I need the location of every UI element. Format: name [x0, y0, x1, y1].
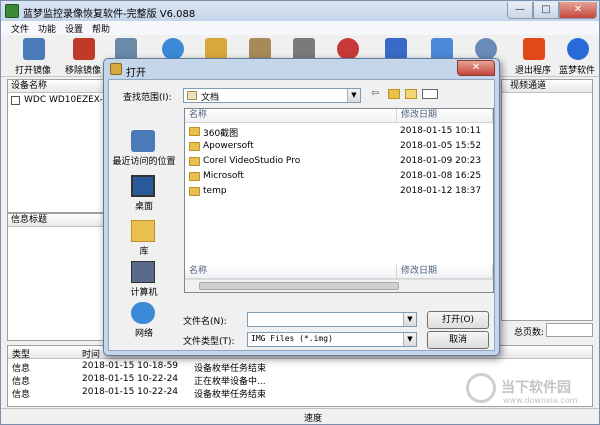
clock-icon	[475, 38, 497, 60]
place-recent[interactable]: 最近访问的位置	[109, 130, 179, 174]
info-panel-header: 信息标题	[8, 214, 106, 227]
place-network[interactable]: 网络	[109, 302, 179, 346]
col-name-header[interactable]: 名称	[185, 109, 397, 123]
file-row[interactable]: Corel VideoStudio Pro 2018-01-09 20:23	[185, 155, 493, 170]
menu-function[interactable]: 功能	[38, 22, 56, 35]
grid-icon	[293, 38, 315, 60]
folder-icon	[189, 157, 200, 166]
app-title: 蓝梦监控录像恢复软件-完整版 V6.088	[23, 9, 196, 20]
device-item[interactable]: WDC WD10EZEX-60	[24, 95, 114, 105]
folder-icon	[189, 142, 200, 151]
disk-icon	[115, 38, 137, 60]
watermark-logo	[466, 373, 496, 403]
open-dialog: 打开 ✕ 查找范围(I): 文档 ▼ ⇦ 最近访问的位置 桌面 库 计算机 网络…	[103, 58, 500, 356]
filetype-select[interactable]: IMG Files (*.img) ▼	[247, 332, 417, 347]
exit-icon	[523, 38, 545, 60]
channel-panel: 视频通道	[501, 79, 593, 321]
close-button[interactable]: ✕	[559, 2, 597, 19]
dialog-close-button[interactable]: ✕	[457, 60, 495, 76]
watermark-url: www.downxia.com	[503, 396, 578, 405]
desktop-icon	[131, 175, 155, 197]
scroll-thumb[interactable]	[199, 282, 399, 290]
ie-icon	[337, 38, 359, 60]
watermark-text: 当下软件园	[501, 380, 571, 396]
col-name-footer: 名称	[185, 265, 397, 279]
computer-icon	[131, 261, 155, 283]
app-icon	[5, 4, 19, 18]
view-menu-icon[interactable]	[422, 89, 438, 99]
folder-icon	[189, 127, 200, 136]
device-panel: 设备名称 WDC WD10EZEX-60	[7, 79, 114, 213]
new-folder-icon[interactable]	[405, 89, 417, 99]
recent-places-icon	[131, 130, 155, 152]
menu-file[interactable]: 文件	[11, 22, 29, 35]
file-row[interactable]: temp 2018-01-12 18:37	[185, 185, 493, 200]
cancel-button[interactable]: 取消	[427, 331, 489, 349]
log-row[interactable]: 信息 2018-01-15 10-18-59 设备枚举任务结束	[8, 360, 592, 374]
filename-label: 文件名(N):	[183, 317, 227, 327]
menu-bar: 文件 功能 设置 帮助	[1, 21, 599, 35]
title-bar[interactable]: 蓝梦监控录像恢复软件-完整版 V6.088 — □ ✕	[1, 1, 599, 21]
info-panel: 信息标题	[7, 213, 107, 341]
file-row[interactable]: Apowersoft 2018-01-05 15:52	[185, 140, 493, 155]
menu-settings[interactable]: 设置	[65, 22, 83, 35]
filename-input[interactable]: ▼	[247, 312, 417, 327]
file-row[interactable]: Microsoft 2018-01-08 16:25	[185, 170, 493, 185]
status-bar: 速度	[1, 408, 599, 424]
dialog-body: 查找范围(I): 文档 ▼ ⇦ 最近访问的位置 桌面 库 计算机 网络 名称 修…	[108, 79, 495, 351]
file-row[interactable]: 360截图 2018-01-15 10:11	[185, 125, 493, 140]
network-icon	[131, 302, 155, 324]
device-panel-header: 设备名称	[8, 80, 106, 93]
chevron-down-icon: ▼	[347, 89, 360, 102]
device-checkbox[interactable]	[11, 96, 20, 105]
open-button[interactable]: 打开(O)	[427, 311, 489, 329]
look-in-label: 查找范围(I):	[123, 93, 172, 103]
remove-image-icon	[73, 38, 95, 60]
log-col-time: 时间	[82, 350, 101, 360]
bookmark-icon	[205, 38, 227, 60]
channel-panel-header: 视频通道	[502, 80, 592, 93]
folder-icon	[189, 172, 200, 181]
place-desktop[interactable]: 桌面	[109, 175, 179, 219]
open-image-icon	[23, 38, 45, 60]
filetype-label: 文件类型(T):	[183, 337, 235, 347]
file-list[interactable]: 名称 修改日期 360截图 2018-01-15 10:11 Apowersof…	[184, 108, 494, 293]
dialog-title: 打开	[126, 68, 146, 79]
col-date-footer: 修改日期	[397, 265, 493, 279]
libraries-icon	[131, 220, 155, 242]
documents-icon	[187, 91, 197, 100]
log-col-type: 类型	[12, 350, 31, 360]
total-pages-label: 总页数:	[514, 328, 545, 338]
back-icon[interactable]: ⇦	[371, 88, 379, 99]
up-folder-icon[interactable]	[388, 89, 400, 99]
chevron-down-icon: ▼	[403, 313, 416, 326]
maximize-button[interactable]: □	[533, 2, 559, 19]
col-date-header[interactable]: 修改日期	[397, 109, 493, 123]
info-icon	[567, 38, 589, 60]
minimize-button[interactable]: —	[507, 2, 533, 19]
save-icon	[431, 38, 453, 60]
place-libraries[interactable]: 库	[109, 220, 179, 264]
dialog-app-icon	[110, 63, 122, 75]
open-image-button[interactable]: 打开镜像	[7, 37, 59, 76]
horizontal-scrollbar[interactable]	[185, 279, 493, 292]
total-pages-value	[546, 323, 593, 337]
gear-icon	[385, 38, 407, 60]
place-computer[interactable]: 计算机	[109, 261, 179, 305]
speed-label: 速度	[304, 414, 323, 424]
look-in-combo[interactable]: 文档 ▼	[183, 88, 361, 103]
menu-help[interactable]: 帮助	[92, 22, 110, 35]
folder-icon	[189, 187, 200, 196]
refresh-icon	[162, 38, 184, 60]
chevron-down-icon: ▼	[403, 333, 416, 346]
about-button[interactable]: 蓝梦软件	[551, 37, 600, 76]
dialog-title-bar[interactable]: 打开 ✕	[104, 59, 499, 79]
edit-icon	[249, 38, 271, 60]
